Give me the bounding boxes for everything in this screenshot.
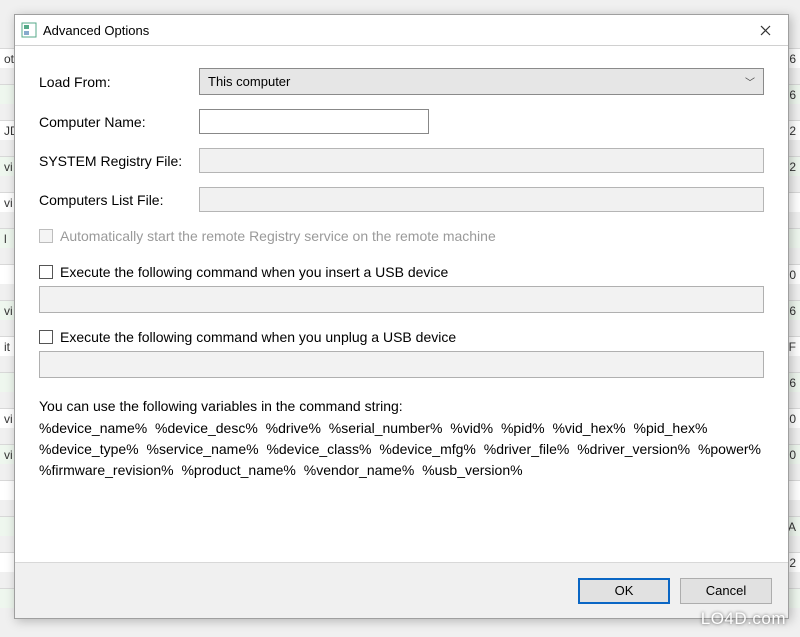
dialog-footer: OK Cancel — [15, 562, 788, 618]
variables-list: %device_name% %device_desc% %drive% %ser… — [39, 418, 764, 481]
titlebar: Advanced Options — [15, 15, 788, 46]
exec-on-insert-label: Execute the following command when you i… — [60, 264, 448, 280]
computer-name-input[interactable] — [199, 109, 429, 134]
ok-button[interactable]: OK — [578, 578, 670, 604]
dialog-content: Load From: This computer ﹀ Computer Name… — [15, 46, 788, 562]
watermark: LO4D.com — [701, 609, 786, 629]
computers-list-label: Computers List File: — [39, 192, 199, 208]
close-icon — [760, 25, 771, 36]
chevron-down-icon: ﹀ — [745, 74, 755, 89]
load-from-select[interactable]: This computer ﹀ — [199, 68, 764, 95]
variables-help-intro: You can use the following variables in t… — [39, 396, 764, 416]
exec-on-insert-checkbox[interactable] — [39, 265, 53, 279]
load-from-value: This computer — [208, 74, 290, 89]
load-from-label: Load From: — [39, 74, 199, 90]
auto-start-registry-label: Automatically start the remote Registry … — [60, 228, 496, 244]
exec-on-unplug-command-input[interactable] — [39, 351, 764, 378]
auto-start-registry-checkbox — [39, 229, 53, 243]
close-button[interactable] — [742, 15, 788, 45]
cancel-button[interactable]: Cancel — [680, 578, 772, 604]
dialog-title: Advanced Options — [43, 23, 149, 38]
advanced-options-dialog: Advanced Options Load From: This compute… — [14, 14, 789, 619]
exec-on-insert-command-input[interactable] — [39, 286, 764, 313]
exec-on-unplug-label: Execute the following command when you u… — [60, 329, 456, 345]
app-icon — [21, 22, 37, 38]
computers-list-input — [199, 187, 764, 212]
system-registry-input — [199, 148, 764, 173]
computer-name-label: Computer Name: — [39, 114, 199, 130]
system-registry-label: SYSTEM Registry File: — [39, 153, 199, 169]
exec-on-unplug-checkbox[interactable] — [39, 330, 53, 344]
